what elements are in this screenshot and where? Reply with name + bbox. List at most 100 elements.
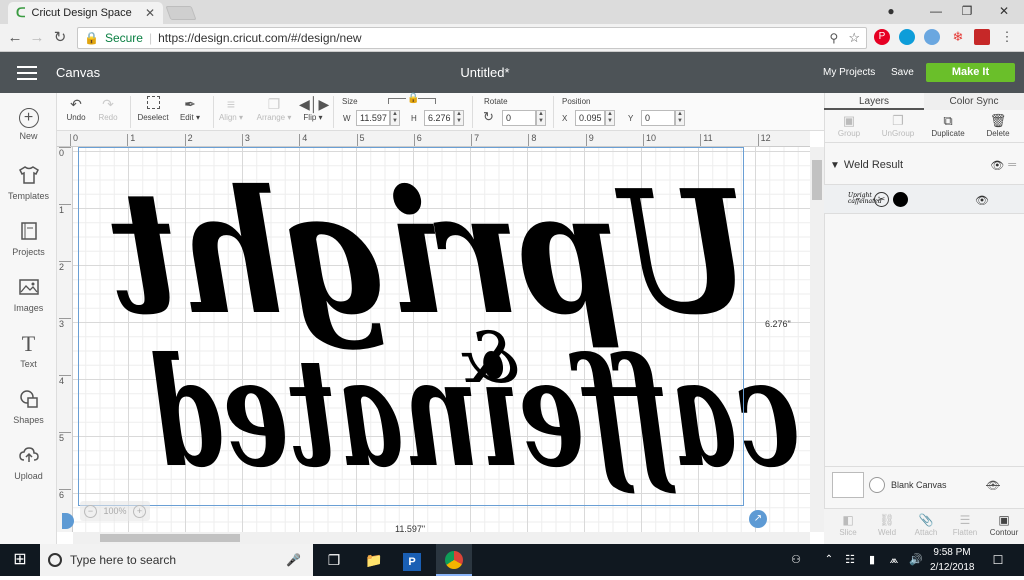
show-hidden-icons-icon[interactable]: ⌃ — [820, 544, 838, 576]
deselect-button[interactable]: Deselect — [136, 95, 170, 122]
sidebar-item-templates[interactable]: Templates — [0, 158, 57, 214]
minimize-icon[interactable]: — — [925, 2, 947, 20]
size-label: Size — [342, 97, 358, 106]
align-button[interactable]: ≡ Align ▾ — [216, 95, 246, 122]
delete-button[interactable]: 🗑 Delete — [978, 113, 1018, 138]
pinterest-extension-icon[interactable]: P — [874, 29, 890, 45]
width-stepper[interactable]: ▲ ▼ — [390, 110, 400, 126]
y-position-input[interactable]: 0 — [641, 110, 675, 126]
layer-group-weld-result[interactable]: ▼ Weld Result 👁 ═ — [824, 150, 1024, 180]
make-it-button[interactable]: Make It — [926, 63, 1015, 82]
clock-date: 2/12/2018 — [930, 562, 975, 573]
selection-bounding-box[interactable] — [78, 147, 744, 506]
canvas-color-picker[interactable] — [869, 477, 885, 493]
extension-icon[interactable] — [899, 29, 915, 45]
taskbar-search-box[interactable]: Type here to search 🎤 — [40, 544, 313, 576]
arrange-button[interactable]: ❐ Arrange ▾ — [254, 95, 294, 122]
forward-icon[interactable]: → — [26, 27, 48, 49]
zoom-out-icon[interactable]: − — [84, 504, 97, 518]
height-stepper[interactable]: ▲ ▼ — [454, 110, 464, 126]
wifi-icon[interactable]: ⩕ — [884, 544, 904, 576]
people-icon[interactable]: ⚇ — [785, 544, 807, 576]
width-input[interactable]: 11.597 — [356, 110, 390, 126]
drag-handle-icon[interactable]: ═ — [1008, 159, 1016, 171]
x-position-stepper[interactable]: ▲ ▼ — [605, 110, 615, 126]
new-tab-button[interactable] — [165, 6, 197, 20]
sidebar-item-projects[interactable]: Projects — [0, 214, 57, 270]
blank-canvas-swatch[interactable] — [832, 472, 864, 498]
layer-color-swatch[interactable] — [893, 192, 908, 207]
taskbar-clock[interactable]: 9:58 PM 2/12/2018 — [930, 545, 975, 575]
sidebar-item-upload[interactable]: Upload — [0, 438, 57, 494]
cortana-icon — [48, 553, 62, 567]
save-button[interactable]: Save — [891, 67, 914, 78]
sidebar-item-label: Text — [20, 359, 37, 369]
chrome-taskbar-icon[interactable] — [436, 544, 472, 576]
vertical-scrollbar-thumb[interactable] — [812, 160, 822, 200]
rotate-stepper[interactable]: ▲ ▼ — [536, 110, 546, 126]
chrome-menu-icon[interactable]: ⋮ — [999, 29, 1015, 45]
cut-operation-icon[interactable]: ✂ — [874, 192, 889, 207]
windows-start-icon[interactable]: ⊞ — [0, 544, 40, 576]
action-center-icon[interactable]: ☐ — [986, 544, 1010, 576]
edit-button[interactable]: ✒ Edit ▾ — [175, 95, 205, 122]
eye-icon[interactable]: 👁 — [990, 159, 1004, 172]
pandora-app-icon[interactable]: P — [394, 544, 430, 576]
eye-hidden-icon[interactable]: 👁 — [986, 479, 1000, 492]
tab-close-icon[interactable]: ✕ — [145, 6, 155, 20]
bookmark-star-icon[interactable]: ☆ — [848, 30, 860, 46]
flip-button[interactable]: ◀│▶ Flip ▾ — [299, 95, 329, 122]
profile-icon[interactable]: ● — [880, 2, 902, 20]
slice-button[interactable]: ◧ Slice — [829, 512, 867, 537]
collapse-caret-icon[interactable]: ▼ — [830, 160, 840, 171]
microphone-icon[interactable]: 🎤 — [286, 553, 301, 567]
close-window-icon[interactable]: ✕ — [993, 2, 1015, 20]
flatten-button[interactable]: ☰ Flatten — [946, 512, 984, 537]
zoom-control[interactable]: − 100% + — [80, 501, 150, 521]
horizontal-scrollbar-thumb[interactable] — [100, 534, 240, 542]
my-projects-link[interactable]: My Projects — [823, 67, 875, 78]
y-position-stepper[interactable]: ▲ ▼ — [675, 110, 685, 126]
x-position-input[interactable]: 0.095 — [575, 110, 605, 126]
hamburger-menu-icon[interactable] — [17, 66, 37, 80]
weld-button[interactable]: ⛓ Weld — [868, 512, 906, 537]
vertical-scrollbar[interactable] — [810, 147, 824, 532]
network-icon[interactable]: ☷ — [840, 544, 860, 576]
toolbar-divider — [213, 96, 214, 128]
tab-color-sync[interactable]: Color Sync — [924, 93, 1024, 110]
undo-button[interactable]: ↶ Undo — [62, 95, 90, 122]
sidebar-item-new[interactable]: + New — [0, 102, 57, 158]
task-view-icon[interactable]: ❐ — [316, 544, 352, 576]
reload-icon[interactable]: ↻ — [49, 27, 71, 49]
aspect-bracket-right — [418, 98, 436, 104]
redo-button[interactable]: ↷ Redo — [94, 95, 122, 122]
attach-button[interactable]: 📎 Attach — [907, 512, 945, 537]
extension-icon[interactable]: ❄ — [950, 29, 966, 45]
extension-icon[interactable] — [974, 29, 990, 45]
group-button[interactable]: ▣ Group — [829, 113, 869, 138]
duplicate-button[interactable]: ⧉ Duplicate — [928, 113, 968, 138]
extension-icon[interactable] — [924, 29, 940, 45]
back-icon[interactable]: ← — [4, 27, 26, 49]
height-input[interactable]: 6.276 — [424, 110, 454, 126]
eye-icon[interactable]: 👁 — [975, 194, 989, 207]
group-icon: ▣ — [842, 113, 856, 128]
sidebar-item-images[interactable]: Images — [0, 270, 57, 326]
volume-icon[interactable]: 🔊 — [906, 544, 926, 576]
ruler-tick-label: 5 — [356, 134, 365, 146]
key-icon[interactable]: ⚲ — [830, 31, 839, 45]
height-label: H — [411, 114, 417, 123]
contour-button[interactable]: ▣ Contour — [985, 512, 1023, 537]
tab-layers[interactable]: Layers — [824, 93, 924, 110]
sidebar-item-shapes[interactable]: Shapes — [0, 382, 57, 438]
address-bar[interactable]: 🔒 Secure | https://design.cricut.com/#/d… — [77, 27, 867, 49]
restore-icon[interactable]: ❐ — [956, 2, 978, 20]
ungroup-button[interactable]: ❐ UnGroup — [878, 113, 918, 138]
browser-tab[interactable]: ᑕ Cricut Design Space ✕ — [8, 2, 163, 24]
zoom-in-icon[interactable]: + — [133, 504, 146, 518]
file-explorer-icon[interactable]: 📁 — [356, 544, 392, 576]
battery-icon[interactable]: ▮ — [862, 544, 882, 576]
rotate-input[interactable]: 0 — [502, 110, 536, 126]
resize-handle-icon[interactable]: ↗ — [749, 510, 767, 528]
sidebar-item-text[interactable]: T Text — [0, 326, 57, 382]
